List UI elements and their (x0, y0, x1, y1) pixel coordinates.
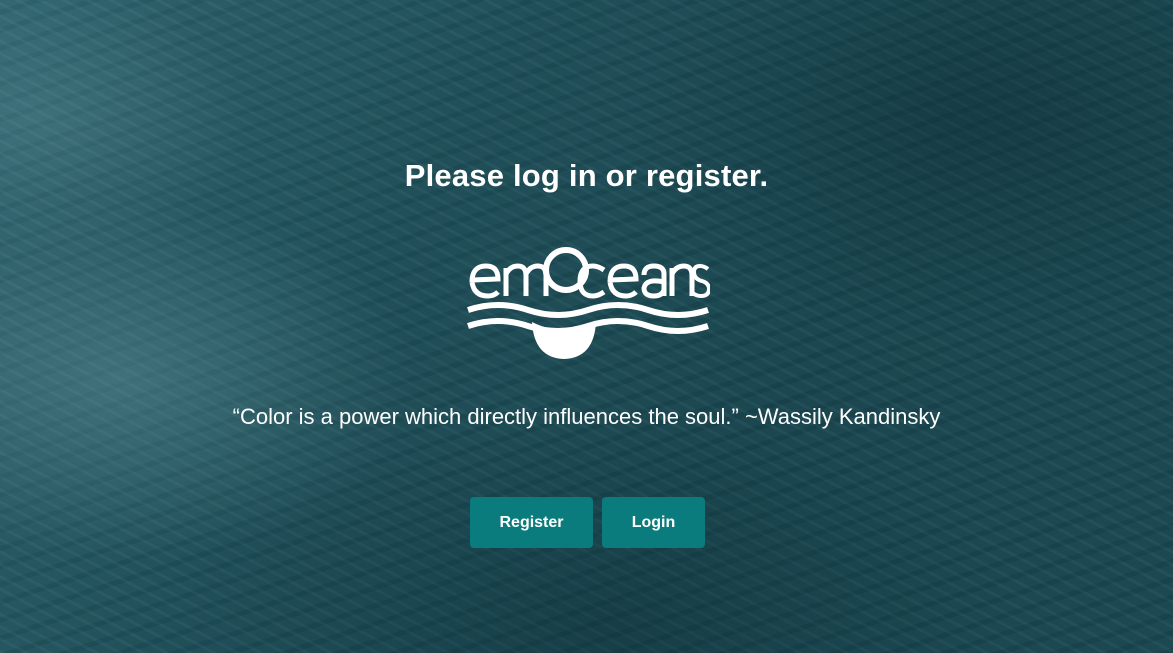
kandinsky-quote: “Color is a power which directly influen… (232, 404, 941, 429)
login-button[interactable]: Login (602, 497, 705, 548)
page-heading: Please log in or register. (404, 158, 769, 193)
auth-actions: Register Login (470, 497, 705, 548)
emoceans-logo (466, 244, 710, 364)
logo-mark (467, 247, 710, 359)
register-button[interactable]: Register (470, 497, 593, 548)
